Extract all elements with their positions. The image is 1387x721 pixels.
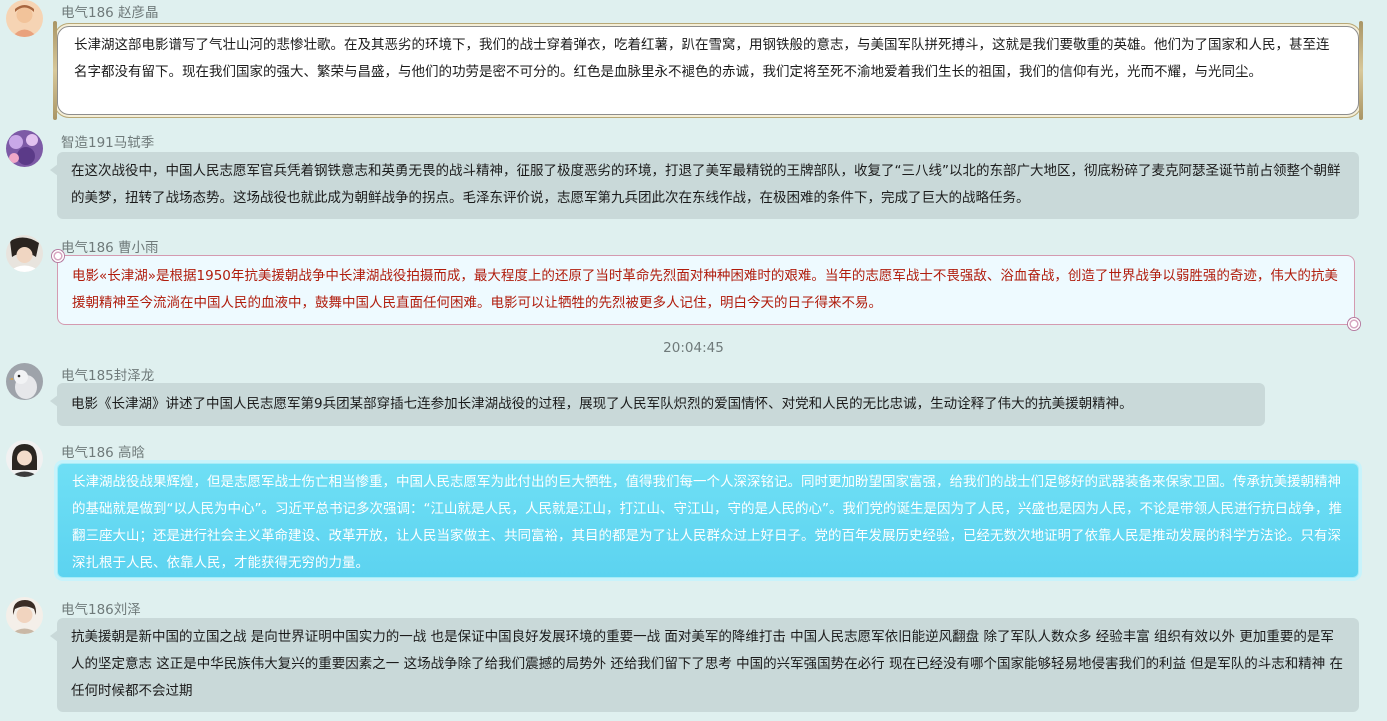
message-text: 抗美援朝是新中国的立国之战 是向世界证明中国实力的一战 也是保证中国良好发展环境… xyxy=(71,629,1344,699)
message-text: 长津湖战役战果辉煌，但是志愿军战士伤亡相当惨重，中国人民志愿军为此付出的巨大牺牲… xyxy=(72,474,1342,571)
message-text: 电影《长津湖》讲述了中国人民志愿军第9兵团某部穿插七连参加长津湖战役的过程，展现… xyxy=(71,396,1133,412)
avatar[interactable] xyxy=(6,235,43,272)
avatar[interactable] xyxy=(6,597,43,634)
sender-name: 智造191马轼季 xyxy=(61,135,155,151)
avatar[interactable] xyxy=(6,440,43,477)
message-text: 电影«长津湖»是根据1950年抗美援朝战争中长津湖战役拍摄而成，最大程度上的还原… xyxy=(72,268,1338,311)
message-bubble[interactable]: 抗美援朝是新中国的立国之战 是向世界证明中国实力的一战 也是保证中国良好发展环境… xyxy=(50,618,1359,712)
sender-name: 电气186 高晗 xyxy=(61,445,146,461)
avatar[interactable] xyxy=(6,363,43,400)
timestamp: 20:04:45 xyxy=(663,340,724,356)
message-text: 在这次战役中，中国人民志愿军官兵凭着钢铁意志和英勇无畏的战斗精神，征服了极度恶劣… xyxy=(71,163,1341,206)
avatar[interactable] xyxy=(6,130,43,167)
message-bubble[interactable]: 长津湖这部电影谱写了气壮山河的悲惨壮歌。在及其恶劣的环境下，我们的战士穿着弹衣，… xyxy=(53,21,1363,120)
avatar[interactable] xyxy=(6,0,43,37)
message-bubble[interactable]: 电影《长津湖》讲述了中国人民志愿军第9兵团某部穿插七连参加长津湖战役的过程，展现… xyxy=(50,383,1265,426)
message-text: 长津湖这部电影谱写了气壮山河的悲惨壮歌。在及其恶劣的环境下，我们的战士穿着弹衣，… xyxy=(74,37,1330,80)
sender-name: 电气186 曹小雨 xyxy=(61,240,159,256)
message-bubble[interactable]: 长津湖战役战果辉煌，但是志愿军战士伤亡相当惨重，中国人民志愿军为此付出的巨大牺牲… xyxy=(57,463,1359,578)
message-bubble[interactable]: 在这次战役中，中国人民志愿军官兵凭着钢铁意志和英勇无畏的战斗精神，征服了极度恶劣… xyxy=(50,152,1359,219)
sender-name: 电气185封泽龙 xyxy=(61,368,155,384)
sender-name: 电气186 赵彦晶 xyxy=(61,5,159,21)
sender-name: 电气186刘泽 xyxy=(61,602,141,618)
message-bubble[interactable]: 电影«长津湖»是根据1950年抗美援朝战争中长津湖战役拍摄而成，最大程度上的还原… xyxy=(51,249,1361,331)
